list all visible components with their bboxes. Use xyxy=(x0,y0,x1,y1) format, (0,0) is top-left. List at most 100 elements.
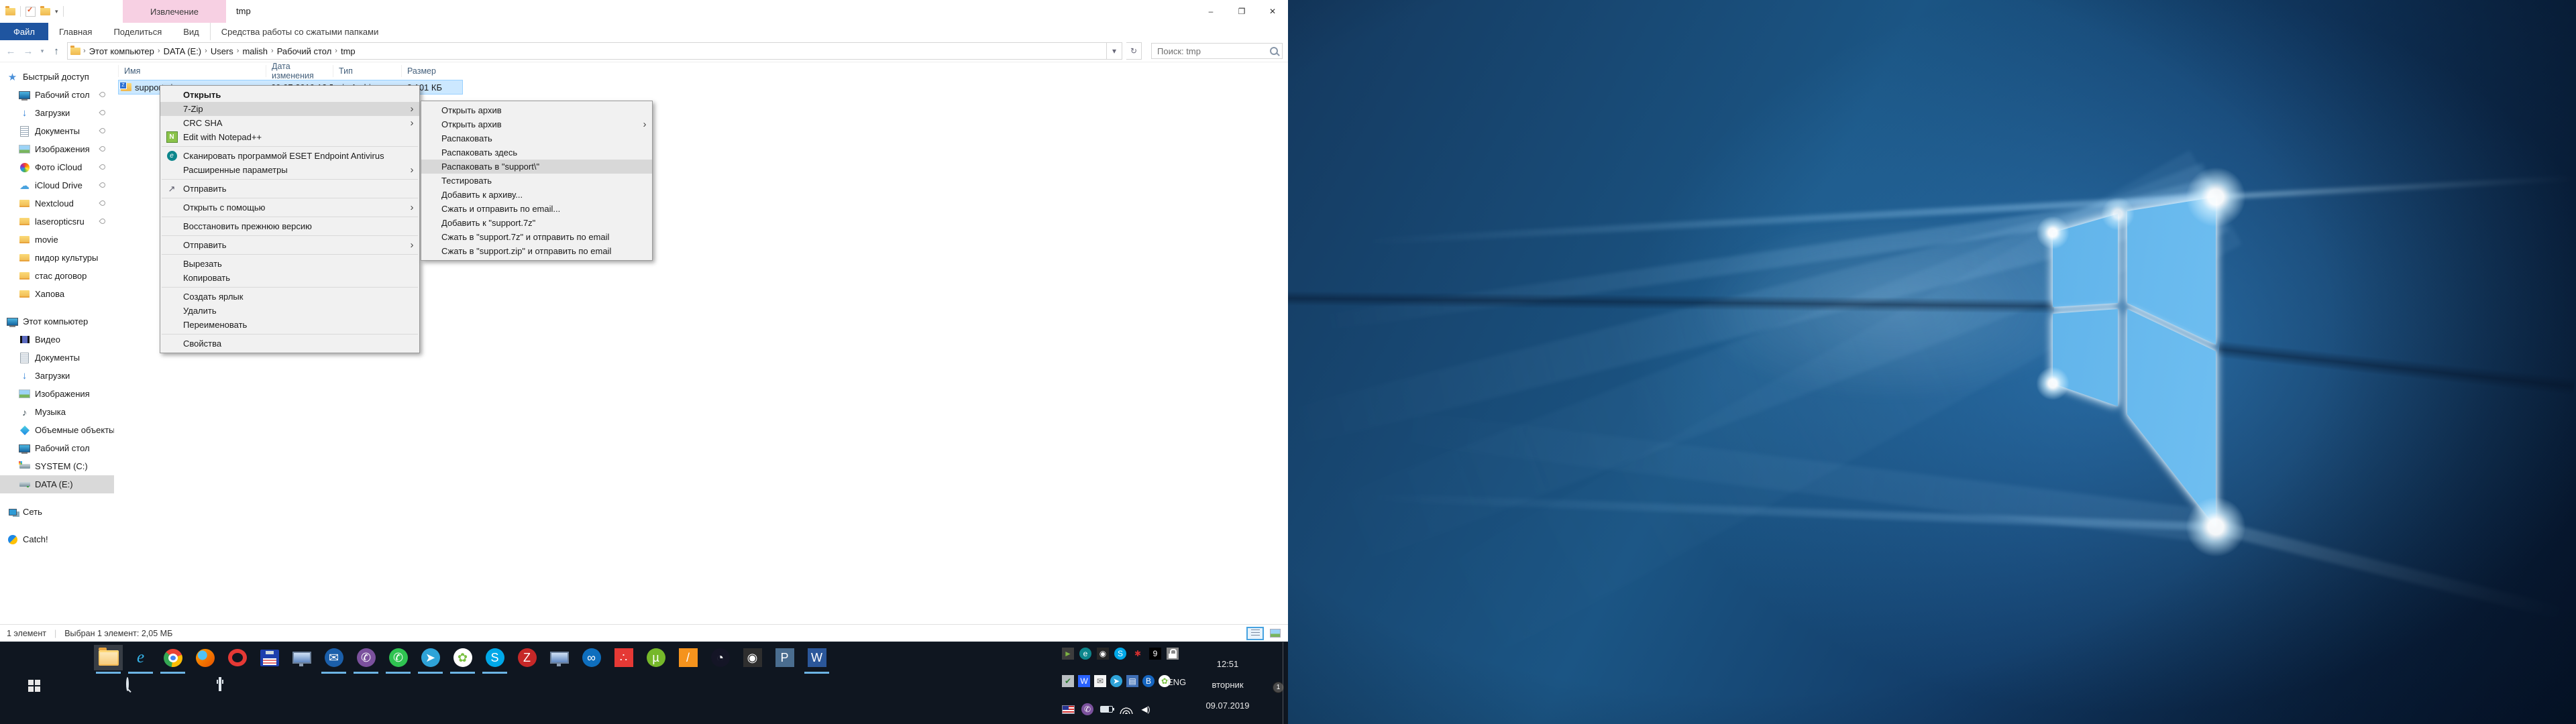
tray-lock[interactable] xyxy=(1167,648,1179,660)
show-desktop-button[interactable] xyxy=(1283,642,1288,724)
tray-battery[interactable] xyxy=(1100,706,1113,713)
up-icon[interactable]: ↑ xyxy=(50,46,63,57)
taskbar-clock[interactable]: 12:51 вторник 09.07.2019 xyxy=(1195,654,1260,716)
taskbar-opera[interactable] xyxy=(223,645,252,670)
task-view-button[interactable] xyxy=(219,678,236,695)
taskbar-thunderbird[interactable]: ✉ xyxy=(319,645,348,670)
tray-camera-app[interactable]: ► xyxy=(1062,648,1074,660)
breadcrumb-item[interactable]: Этот компьютер xyxy=(87,46,156,56)
context-menu-item[interactable]: Открыть xyxy=(160,88,419,102)
taskbar-whatsapp[interactable]: ✆ xyxy=(384,645,413,670)
minimize-button[interactable]: – xyxy=(1195,0,1226,23)
submenu-item[interactable]: Открыть архив xyxy=(421,103,652,117)
submenu-item[interactable]: Сжать и отправить по email... xyxy=(421,202,652,216)
taskbar-pc-lightning[interactable] xyxy=(545,645,574,670)
context-menu-item[interactable]: Создать ярлык xyxy=(160,290,419,304)
column-header[interactable]: Размер xyxy=(401,65,463,77)
tray-printer[interactable]: ✔ xyxy=(1062,675,1074,687)
context-menu-item[interactable]: Удалить xyxy=(160,304,419,318)
close-button[interactable]: ✕ xyxy=(1257,0,1288,23)
taskbar-viber[interactable]: ✆ xyxy=(352,645,380,670)
back-icon[interactable]: ← xyxy=(4,46,17,57)
taskbar-telegram[interactable]: ➤ xyxy=(416,645,445,670)
taskbar-speedtest[interactable]: ◔ xyxy=(706,645,735,670)
taskbar-firefox[interactable] xyxy=(191,645,219,670)
taskbar-icq[interactable]: ✿ xyxy=(448,645,477,670)
tab-view[interactable]: Вид xyxy=(172,23,210,40)
sidebar-item[interactable]: Объемные объекты xyxy=(0,421,114,439)
sidebar-item[interactable]: Фото iCloud xyxy=(0,158,114,176)
breadcrumb-item[interactable]: tmp xyxy=(339,46,358,56)
address-bar[interactable]: › Этот компьютер › DATA (E:) › Users › m… xyxy=(67,42,1107,60)
sidebar-item[interactable]: Сеть xyxy=(0,503,114,521)
sidebar-item[interactable]: Изображения xyxy=(0,385,114,403)
context-menu-item[interactable]: Свойства xyxy=(160,337,419,351)
context-menu-item[interactable]: ↗ Отправить xyxy=(160,182,419,196)
taskbar-utorrent[interactable]: µ xyxy=(641,645,670,670)
sidebar-item[interactable]: Видео xyxy=(0,330,114,349)
tray-red-dots-app[interactable]: ✱ xyxy=(1132,648,1144,660)
taskbar-explorer[interactable] xyxy=(94,645,123,670)
search-input[interactable] xyxy=(1151,43,1283,59)
sidebar-item[interactable]: Catch! xyxy=(0,530,114,548)
tray-eset[interactable]: e xyxy=(1079,648,1091,660)
address-dropdown-icon[interactable]: ▾ xyxy=(1107,42,1122,60)
breadcrumb-item[interactable]: Рабочий стол xyxy=(275,46,334,56)
sidebar-item[interactable]: movie xyxy=(0,231,114,249)
context-menu-item[interactable]: Расширенные параметры › xyxy=(160,163,419,177)
sidebar-item[interactable]: стас договор xyxy=(0,267,114,285)
submenu-item[interactable]: Распаковать xyxy=(421,131,652,145)
column-header[interactable]: Дата изменения xyxy=(266,65,333,77)
taskbar-postgresql[interactable]: P xyxy=(770,645,799,670)
sidebar-item[interactable]: Изображения xyxy=(0,140,114,158)
submenu-item[interactable]: Тестировать xyxy=(421,174,652,188)
sidebar-item[interactable]: DATA (E:) xyxy=(0,475,114,493)
sidebar-item[interactable]: iCloud Drive xyxy=(0,176,114,194)
action-center-button[interactable]: 1 xyxy=(1263,674,1279,688)
qat-new-folder-icon[interactable] xyxy=(40,8,50,15)
taskbar-floppy-app[interactable] xyxy=(255,645,284,670)
sidebar-item[interactable]: SYSTEM (C:) xyxy=(0,457,114,475)
sidebar-item[interactable]: пидор культуры xyxy=(0,249,114,267)
context-menu-item[interactable]: Открыть с помощью › xyxy=(160,200,419,215)
refresh-icon[interactable]: ↻ xyxy=(1126,42,1142,60)
submenu-item[interactable]: Добавить к "support.7z" xyxy=(421,216,652,230)
qat-folder-icon[interactable] xyxy=(5,8,15,15)
tray-volume[interactable]: ◀) xyxy=(1140,703,1152,715)
sidebar-item[interactable]: Музыка xyxy=(0,403,114,421)
breadcrumb-item[interactable]: Users xyxy=(209,46,235,56)
context-menu-item[interactable]: N Edit with Notepad++ xyxy=(160,130,419,144)
submenu-item[interactable]: Сжать в "support.7z" и отправить по emai… xyxy=(421,230,652,244)
taskbar-chrome[interactable] xyxy=(158,645,187,670)
taskbar-remote-pc[interactable] xyxy=(287,645,316,670)
context-menu-item[interactable]: e Сканировать программой ESET Endpoint A… xyxy=(160,149,419,163)
submenu-item[interactable]: Добавить к архиву... xyxy=(421,188,652,202)
taskbar-nextcloud[interactable]: ∞ xyxy=(577,645,606,670)
tray-skype[interactable]: S xyxy=(1114,648,1126,660)
submenu-item[interactable]: Сжать в "support.zip" и отправить по ema… xyxy=(421,244,652,258)
context-menu-item[interactable]: Вырезать xyxy=(160,257,419,271)
tab-share[interactable]: Поделиться xyxy=(103,23,172,40)
details-view-button[interactable] xyxy=(1246,627,1264,640)
taskbar-paw-app[interactable]: ∴ xyxy=(609,645,638,670)
sidebar-item[interactable]: Рабочий стол xyxy=(0,86,114,104)
taskbar-eye-app[interactable]: ◉ xyxy=(738,645,767,670)
submenu-item[interactable]: Открыть архив › xyxy=(421,117,652,131)
tray-telegram[interactable]: ➤ xyxy=(1110,675,1122,687)
taskbar-orange-app[interactable]: / xyxy=(674,645,702,670)
breadcrumb-item[interactable]: malish xyxy=(240,46,270,56)
tab-home[interactable]: Главная xyxy=(48,23,103,40)
tray-w-app[interactable]: W xyxy=(1078,675,1090,687)
submenu-item[interactable]: Распаковать здесь xyxy=(421,145,652,160)
tray-nine-app[interactable]: 9 xyxy=(1149,648,1161,660)
taskbar-search-button[interactable] xyxy=(126,678,144,695)
tab-file[interactable]: Файл xyxy=(0,23,48,40)
forward-icon[interactable]: → xyxy=(21,46,35,57)
sidebar-item[interactable]: laseropticsru xyxy=(0,213,114,231)
context-menu-item[interactable]: Восстановить прежнюю версию xyxy=(160,219,419,233)
sidebar-item[interactable]: Загрузки xyxy=(0,367,114,385)
sidebar-item[interactable]: Быстрый доступ xyxy=(0,68,114,86)
qat-customize-icon[interactable]: ▾ xyxy=(55,8,58,15)
sidebar-item[interactable]: Документы xyxy=(0,349,114,367)
sidebar-item[interactable]: Документы xyxy=(0,122,114,140)
